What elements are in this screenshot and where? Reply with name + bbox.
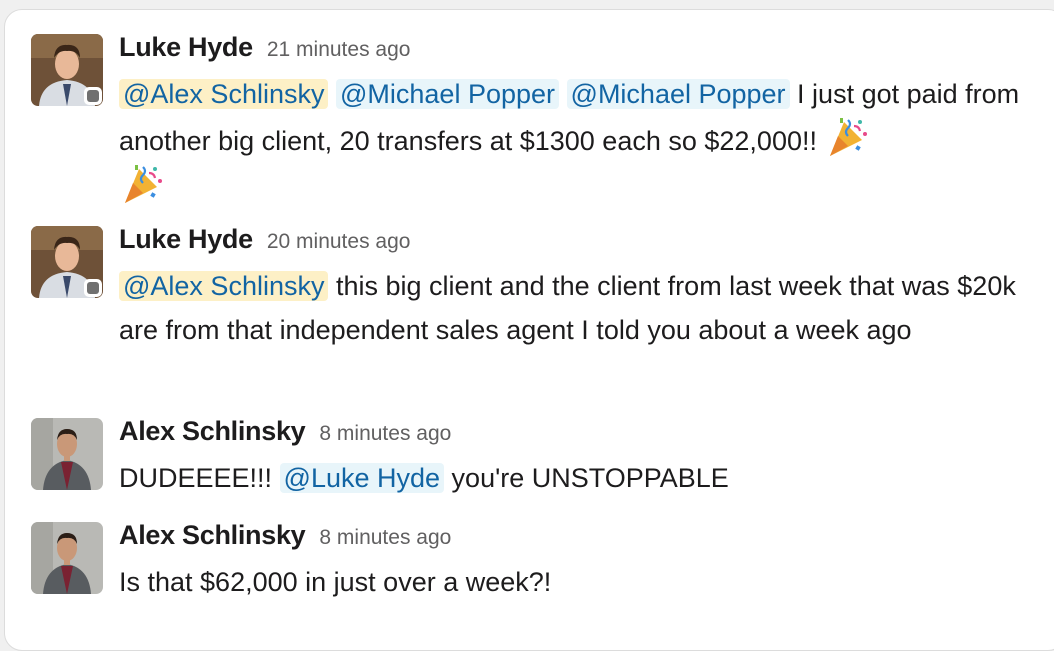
message-header: Alex Schlinsky 8 minutes ago xyxy=(119,520,451,554)
message-header: Alex Schlinsky 8 minutes ago xyxy=(119,416,451,450)
mention-link[interactable]: @Michael Popper xyxy=(336,79,560,109)
message-list: Luke Hyde 21 minutes ago @Alex Schlinsky … xyxy=(4,9,1054,651)
timestamp[interactable]: 8 minutes ago xyxy=(319,422,451,445)
avatar[interactable] xyxy=(31,418,103,490)
party-popper-icon xyxy=(123,163,163,205)
party-popper-icon xyxy=(829,116,869,158)
mention-link[interactable]: @Michael Popper xyxy=(566,79,790,109)
presence-away-icon xyxy=(84,279,102,297)
message-header: Luke Hyde 21 minutes ago xyxy=(119,32,410,66)
avatar[interactable] xyxy=(31,522,103,594)
timestamp[interactable]: 20 minutes ago xyxy=(267,230,411,253)
message-text: Is that $62,000 in just over a week?! xyxy=(119,567,552,597)
author-name[interactable]: Alex Schlinsky xyxy=(119,416,306,446)
message-body: @Alex Schlinsky @Michael Popper @Michael… xyxy=(119,72,1034,210)
mention-link[interactable]: @Alex Schlinsky xyxy=(119,271,329,301)
author-name[interactable]: Luke Hyde xyxy=(119,224,253,254)
message-body: Is that $62,000 in just over a week?! xyxy=(119,560,1034,604)
presence-away-icon xyxy=(84,87,102,105)
message-body: @Alex Schlinsky this big client and the … xyxy=(119,264,1034,352)
author-name[interactable]: Alex Schlinsky xyxy=(119,520,306,550)
author-name[interactable]: Luke Hyde xyxy=(119,32,253,62)
message-text: DUDEEEE!!! xyxy=(119,463,280,493)
message-body: DUDEEEE!!! @Luke Hyde you're UNSTOPPABLE xyxy=(119,456,1034,500)
message-header: Luke Hyde 20 minutes ago xyxy=(119,224,410,258)
mention-link[interactable]: @Alex Schlinsky xyxy=(119,79,329,109)
timestamp[interactable]: 8 minutes ago xyxy=(319,526,451,549)
timestamp[interactable]: 21 minutes ago xyxy=(267,38,411,61)
mention-link[interactable]: @Luke Hyde xyxy=(279,463,445,493)
message-text: you're UNSTOPPABLE xyxy=(444,463,729,493)
